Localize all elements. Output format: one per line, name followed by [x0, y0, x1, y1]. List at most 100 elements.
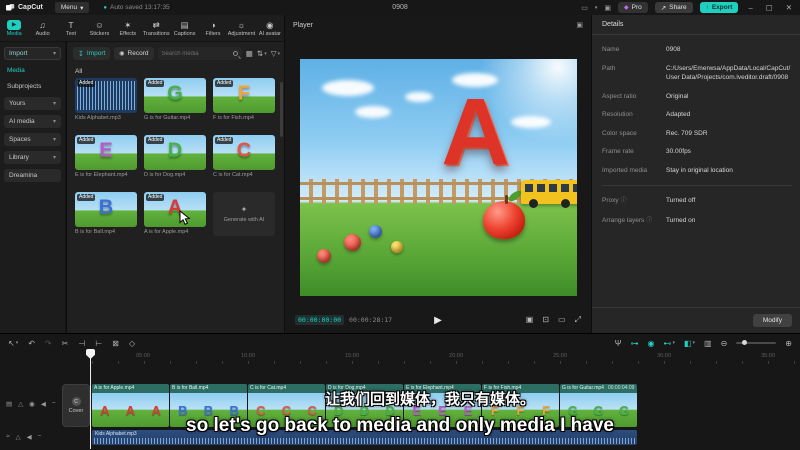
close-button[interactable]: ✕: [783, 3, 795, 12]
hide-track-icon[interactable]: ◉: [29, 400, 35, 408]
collapse-track-icon[interactable]: −: [52, 400, 56, 408]
zoom-slider-handle[interactable]: [742, 340, 748, 345]
cover-card[interactable]: C Cover: [62, 384, 90, 427]
tab-text[interactable]: T Text: [57, 15, 85, 41]
sidebar-item-dreamina[interactable]: Dreamina: [4, 169, 61, 182]
layout-caret-icon[interactable]: ▾: [595, 5, 598, 11]
media-item-a-apple[interactable]: Added A A is for Apple.mp4: [144, 192, 206, 235]
fullscreen-icon[interactable]: ⤢: [575, 315, 581, 325]
keyframe-icon[interactable]: ◇: [129, 339, 135, 348]
maximize-button[interactable]: ▢: [763, 3, 776, 12]
media-scrollbar[interactable]: [280, 82, 283, 137]
mute-track-icon[interactable]: ◀: [41, 400, 46, 408]
sidebar-item-subprojects[interactable]: Subprojects: [0, 80, 65, 92]
fit-preview-icon[interactable]: ⊡: [542, 315, 549, 325]
filter-icon[interactable]: ▽ ▾: [271, 49, 280, 58]
media-item-kids-alphabet[interactable]: Added Kids Alphabet.mp3: [75, 78, 137, 121]
mouse-cursor: [179, 210, 191, 225]
timeline-clip-a[interactable]: A is for Apple.mp4 AAA: [92, 384, 169, 427]
record-button[interactable]: ◉ Record: [114, 47, 154, 60]
detail-label-aspect-ratio: Aspect ratio: [602, 92, 637, 100]
zoom-in-icon[interactable]: ⊕: [785, 339, 792, 348]
pro-button[interactable]: ◆ Pro: [618, 2, 648, 13]
trim-right-icon[interactable]: ⊢: [95, 339, 102, 348]
track-thumbnail-icon[interactable]: ▤: [6, 400, 12, 408]
chevron-down-icon: ▾: [80, 4, 84, 12]
detach-player-icon[interactable]: ▣: [576, 21, 583, 29]
sidebar-item-media[interactable]: Media: [0, 64, 65, 76]
play-button[interactable]: ▶: [434, 315, 442, 326]
layout-panel-icon[interactable]: ▭: [581, 4, 588, 12]
added-badge: Added: [77, 137, 96, 144]
aspect-ratio-icon[interactable]: ▭: [558, 315, 566, 325]
sidebar-item-ai-media[interactable]: AI media ▾: [4, 115, 61, 128]
sidebar-item-spaces[interactable]: Spaces ▾: [4, 133, 61, 146]
filter-all-label[interactable]: All: [75, 68, 82, 75]
media-item-g-guitar[interactable]: Added G G is for Guitar.mp4: [144, 78, 206, 121]
media-library-panel: ↧ Import ◉ Record ▦ ⇅▾ ▽▾ All Added Kids…: [67, 42, 284, 333]
undo-icon[interactable]: ↶: [28, 339, 35, 348]
mute-track-icon[interactable]: ◀: [27, 433, 32, 441]
track-options-toggle[interactable]: ◧ ▾: [684, 339, 695, 348]
zoom-out-icon[interactable]: ⊖: [721, 339, 728, 348]
media-item-c-cat[interactable]: Added C C is for Cat.mp4: [213, 135, 275, 178]
media-item-d-dog[interactable]: Added D D is for Dog.mp4: [144, 135, 206, 178]
menu-button[interactable]: Menu ▾: [54, 2, 90, 13]
tab-transitions[interactable]: ⇄ Transitions: [142, 15, 170, 41]
added-badge: Added: [146, 80, 165, 87]
waveform-icon[interactable]: ≈: [6, 433, 10, 441]
layout-grid-icon[interactable]: ▣: [604, 4, 611, 12]
media-item-e-elephant[interactable]: Added E E is for Elephant.mp4: [75, 135, 137, 178]
timeline-ruler[interactable]: 05:00 10:00 15:00 20:00 25:00 30:00 35:0…: [92, 352, 800, 364]
tab-adjustment[interactable]: ☼ Adjustment: [227, 15, 256, 41]
lock-track-icon[interactable]: △: [18, 400, 23, 408]
split-icon[interactable]: ✂: [62, 339, 69, 348]
link-clips-toggle[interactable]: ⊷ ▾: [663, 339, 675, 348]
sort-icon[interactable]: ⇅ ▾: [257, 49, 267, 58]
search-input[interactable]: [161, 50, 230, 57]
collapse-track-icon[interactable]: −: [38, 433, 42, 441]
import-button[interactable]: ↧ Import: [73, 47, 111, 60]
video-track-header: ▤ △ ◉ ◀ −: [6, 400, 56, 408]
ruler-label: 05:00: [136, 353, 150, 359]
cloud: [510, 115, 551, 128]
playhead[interactable]: [86, 349, 95, 449]
media-item-b-ball[interactable]: Added B B is for Ball.mp4: [75, 192, 137, 235]
snap-toggle[interactable]: ⊶: [630, 339, 638, 348]
effects-icon: ✶: [124, 19, 132, 30]
search-box[interactable]: [157, 47, 242, 60]
chevron-down-icon: ▾: [52, 155, 56, 161]
trim-left-icon[interactable]: ⊣: [78, 339, 85, 348]
voiceover-mic-icon[interactable]: Ψ: [615, 339, 622, 348]
scene-school-bus: [521, 179, 577, 208]
tab-effects[interactable]: ✶ Effects: [114, 15, 142, 41]
export-button[interactable]: ↑ Export: [699, 2, 739, 13]
generate-with-ai-card[interactable]: ✦ Generate with AI: [213, 192, 275, 236]
capcut-logo: CapCut: [6, 3, 43, 12]
timeline-zoom-slider[interactable]: [736, 340, 777, 345]
minimize-button[interactable]: –: [745, 3, 755, 12]
modify-button[interactable]: Modify: [752, 314, 792, 327]
import-dropdown[interactable]: Import ▾: [4, 47, 61, 60]
share-button[interactable]: ↗ Share: [654, 2, 693, 13]
tab-captions[interactable]: ▤ Captions: [170, 15, 198, 41]
tab-ai-avatar[interactable]: ◉ AI avatar: [256, 15, 284, 41]
tab-media[interactable]: ▶ Media: [0, 15, 28, 41]
sidebar-item-library[interactable]: Library ▾: [4, 151, 61, 164]
ruler-label: 35:00: [761, 353, 775, 359]
delete-icon[interactable]: ⊠: [112, 339, 119, 348]
preview-axis-icon[interactable]: ▥: [704, 339, 712, 348]
tab-audio[interactable]: ♫ Audio: [28, 15, 56, 41]
tab-filters[interactable]: ◑ Filters: [199, 15, 227, 41]
redo-icon[interactable]: ↷: [45, 339, 52, 348]
tab-stickers[interactable]: ☺ Stickers: [85, 15, 113, 41]
pointer-tool-icon[interactable]: ↖ ▾: [8, 339, 18, 348]
preview-quality-icon[interactable]: ▣: [526, 315, 534, 325]
sidebar-item-yours[interactable]: Yours ▾: [4, 97, 61, 110]
lock-track-icon[interactable]: △: [16, 433, 21, 441]
media-item-f-fish[interactable]: Added F F is for Fish.mp4: [213, 78, 275, 121]
video-preview[interactable]: A: [300, 59, 577, 296]
auto-ripple-toggle[interactable]: ◉: [647, 339, 654, 348]
search-icon: [232, 51, 238, 56]
grid-view-icon[interactable]: ▦: [246, 49, 253, 58]
